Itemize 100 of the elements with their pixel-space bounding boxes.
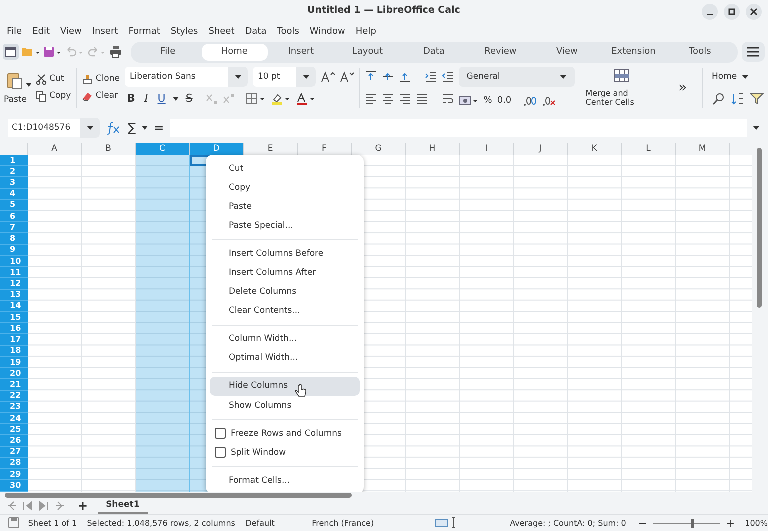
menu-button[interactable]: [742, 42, 765, 62]
sheet-tab[interactable]: Sheet1: [98, 498, 148, 514]
text-format-button[interactable]: U: [156, 92, 168, 106]
maximize-button[interactable]: [724, 4, 740, 20]
find-icon[interactable]: [712, 92, 726, 106]
paste-button[interactable]: Paste: [4, 94, 27, 105]
menu-item[interactable]: Data: [245, 26, 267, 37]
percent-button[interactable]: %: [484, 96, 492, 106]
borders-icon[interactable]: [246, 92, 266, 105]
decrease-indent-icon[interactable]: [442, 70, 454, 83]
increase-indent-icon[interactable]: [424, 70, 437, 83]
number-format-field[interactable]: General: [458, 66, 575, 87]
previous-sheet-icon[interactable]: [22, 500, 34, 511]
text-format-button[interactable]: B: [125, 92, 138, 106]
menu-item[interactable]: Copy: [210, 178, 360, 198]
menu-item[interactable]: Styles: [170, 26, 198, 37]
menu-item[interactable]: Window: [310, 26, 346, 37]
zoom-slider-thumb[interactable]: [690, 518, 694, 528]
checkbox[interactable]: [215, 428, 226, 440]
delete-decimal-icon[interactable]: [542, 94, 556, 107]
zoom-out-button[interactable]: −: [638, 516, 648, 530]
menu-item[interactable]: Format Cells...: [210, 471, 360, 490]
ribbon-tab[interactable]: Data: [401, 44, 468, 61]
next-sheet-icon[interactable]: [38, 500, 50, 511]
menu-item[interactable]: Hide Columns: [210, 376, 360, 396]
menu-item[interactable]: Sheet: [208, 26, 235, 37]
menu-item[interactable]: Format: [128, 26, 160, 37]
menu-item[interactable]: Cut: [210, 158, 360, 178]
filter-icon[interactable]: [750, 92, 764, 106]
font-size-field[interactable]: 10 pt: [253, 66, 316, 87]
menu-item[interactable]: Delete Columns: [210, 282, 360, 302]
text-format-button[interactable]: I: [142, 92, 151, 106]
style-name-field[interactable]: Home: [712, 72, 738, 82]
ribbon-tab[interactable]: View: [534, 44, 600, 61]
decimal-button[interactable]: 0.0: [497, 96, 512, 106]
align-center-icon[interactable]: [382, 92, 394, 105]
clipboard-icon[interactable]: [5, 70, 26, 91]
menu-item[interactable]: Insert Columns After: [210, 263, 360, 283]
ribbon-tab[interactable]: File: [135, 44, 202, 61]
sort-icon[interactable]: [731, 92, 745, 106]
menu-item[interactable]: File: [7, 26, 22, 37]
function-wizard-icon[interactable]: [106, 120, 122, 135]
align-top-icon[interactable]: [364, 70, 377, 83]
last-sheet-icon[interactable]: [54, 500, 66, 511]
menu-item[interactable]: Insert Columns Before: [210, 244, 360, 264]
expand-icon[interactable]: [753, 126, 760, 130]
align-bottom-icon[interactable]: [398, 70, 411, 83]
menu-item[interactable]: Paste: [210, 197, 360, 216]
cut-button[interactable]: Cut: [36, 74, 72, 85]
zoom-in-button[interactable]: +: [726, 516, 736, 530]
add-sheet-button[interactable]: +: [78, 498, 88, 513]
align-right-icon[interactable]: [398, 92, 411, 105]
menu-item-label[interactable]: Freeze Rows and Columns: [231, 428, 342, 439]
ribbon-tab[interactable]: Extension: [600, 44, 667, 61]
ribbon-tab[interactable]: Review: [468, 44, 534, 61]
shrink-font-icon[interactable]: [340, 70, 354, 83]
text-format-button[interactable]: S: [184, 92, 195, 106]
menu-item[interactable]: Paste Special...: [210, 216, 360, 236]
clear-button[interactable]: Clear: [82, 90, 120, 102]
checkbox[interactable]: [215, 447, 226, 458]
first-sheet-icon[interactable]: [6, 500, 18, 511]
ribbon-tab[interactable]: Home: [202, 44, 268, 61]
menu-item[interactable]: Show Columns: [210, 396, 360, 416]
menu-item[interactable]: View: [60, 26, 82, 37]
menu-item[interactable]: Tools: [277, 26, 300, 37]
menu-item[interactable]: Edit: [32, 26, 50, 37]
dropdown-icon[interactable]: [742, 74, 750, 79]
ribbon-tab[interactable]: Layout: [334, 44, 401, 61]
add-decimal-icon[interactable]: [522, 94, 537, 107]
menu-item-label[interactable]: Split Window: [231, 448, 286, 458]
grow-font-icon[interactable]: [321, 70, 336, 83]
menu-item[interactable]: Help: [356, 26, 376, 37]
caret-icon[interactable]: [142, 126, 148, 130]
justify-icon[interactable]: [416, 92, 428, 105]
menu-item[interactable]: Clear Contents...: [210, 302, 360, 321]
formula-button[interactable]: =: [154, 120, 164, 135]
wrap-text-icon[interactable]: [442, 92, 454, 105]
print-icon[interactable]: [109, 45, 123, 60]
font-name-field[interactable]: Liberation Sans: [125, 66, 248, 87]
clone-button[interactable]: Clone: [82, 74, 120, 85]
ribbon-tab[interactable]: Insert: [268, 44, 334, 61]
copy-button[interactable]: Copy: [36, 90, 72, 102]
save-icon[interactable]: [43, 45, 63, 60]
ribbon-tab[interactable]: Tools: [667, 44, 734, 61]
sidebar-icon[interactable]: [3, 44, 19, 60]
caret-icon[interactable]: [172, 96, 179, 101]
font-color-icon[interactable]: [296, 92, 316, 105]
merge-center-button[interactable]: Merge and Center Cells: [580, 68, 664, 107]
name-box[interactable]: C1:D1048576: [8, 118, 80, 137]
name-box-dropdown[interactable]: [80, 118, 100, 138]
currency-icon[interactable]: [458, 94, 479, 107]
sum-button[interactable]: ∑: [128, 120, 136, 135]
highlight-icon[interactable]: [270, 92, 291, 105]
menu-item[interactable]: Column Width...: [210, 330, 360, 349]
menu-item[interactable]: Optimal Width...: [210, 348, 360, 368]
save-status-icon[interactable]: [8, 517, 20, 530]
menu-item[interactable]: Insert: [92, 26, 118, 37]
minimize-button[interactable]: [702, 4, 718, 20]
close-button[interactable]: [746, 4, 762, 20]
caret-icon[interactable]: [26, 82, 31, 87]
